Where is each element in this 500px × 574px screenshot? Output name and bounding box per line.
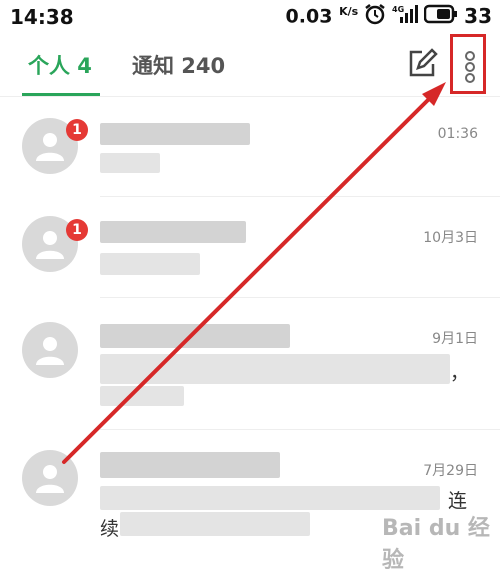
watermark-logo: Bai du 经验 (382, 516, 490, 573)
annotation-arrow (62, 82, 446, 464)
